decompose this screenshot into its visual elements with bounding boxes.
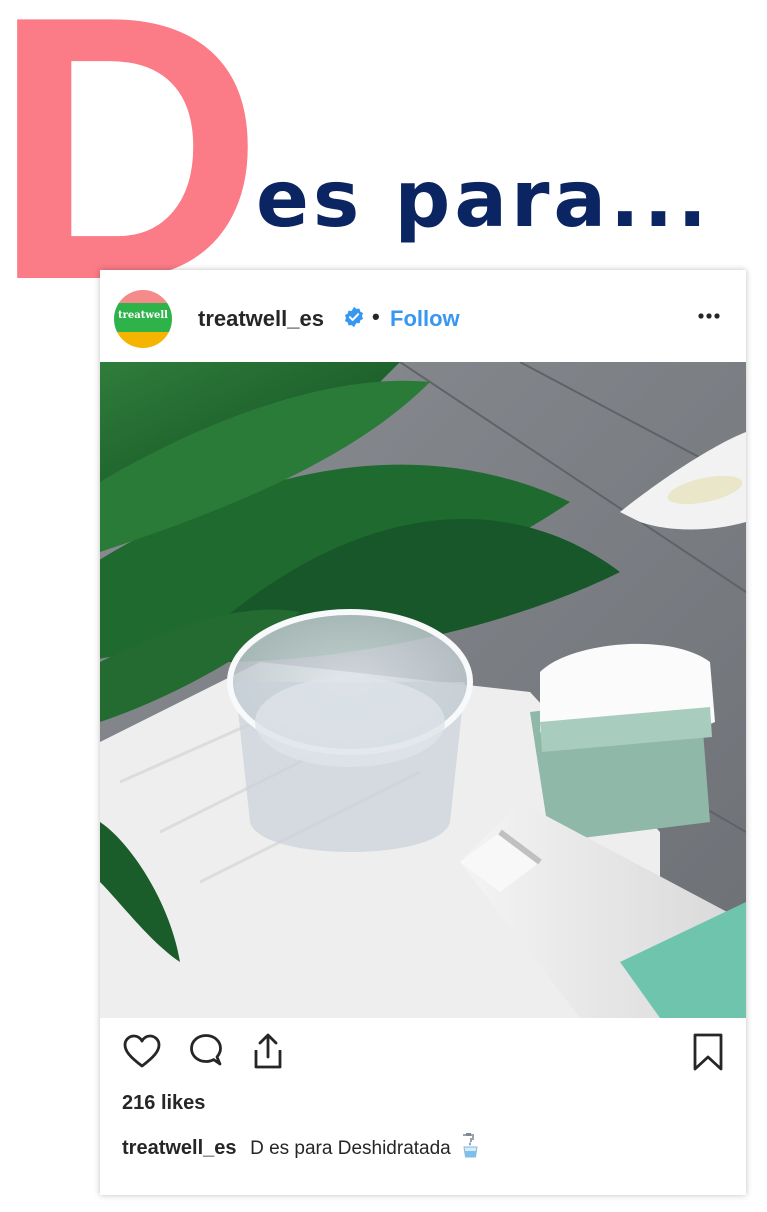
comment-icon[interactable]: [186, 1032, 226, 1072]
verified-badge-icon: [344, 306, 364, 328]
bookmark-icon[interactable]: [688, 1032, 728, 1072]
post-photo[interactable]: [100, 362, 746, 1018]
heart-icon[interactable]: [122, 1032, 162, 1072]
potable-water-icon: [463, 1133, 478, 1158]
avatar[interactable]: treatwell: [114, 290, 172, 348]
post-actions: [100, 1032, 746, 1082]
post-username[interactable]: treatwell_es: [198, 306, 324, 332]
more-options-icon[interactable]: [696, 306, 722, 326]
avatar-label: treatwell: [118, 310, 168, 321]
caption-username[interactable]: treatwell_es: [122, 1137, 237, 1159]
post-caption: treatwell_es D es para Deshidratada: [122, 1132, 482, 1160]
separator-dot: •: [372, 304, 380, 329]
post-header: treatwell treatwell_es • Follow: [100, 270, 746, 362]
likes-number: 216: [122, 1092, 156, 1114]
follow-button[interactable]: Follow: [390, 306, 460, 332]
post-photo-illustration: [100, 362, 746, 1018]
likes-count[interactable]: 216 likes: [122, 1092, 205, 1115]
share-icon[interactable]: [248, 1032, 288, 1072]
headline-text: es para...: [256, 155, 711, 245]
likes-word: likes: [160, 1092, 206, 1114]
instagram-post-card: treatwell treatwell_es • Follow 216 like…: [100, 270, 746, 1195]
caption-text: D es para Deshidratada: [250, 1138, 451, 1159]
